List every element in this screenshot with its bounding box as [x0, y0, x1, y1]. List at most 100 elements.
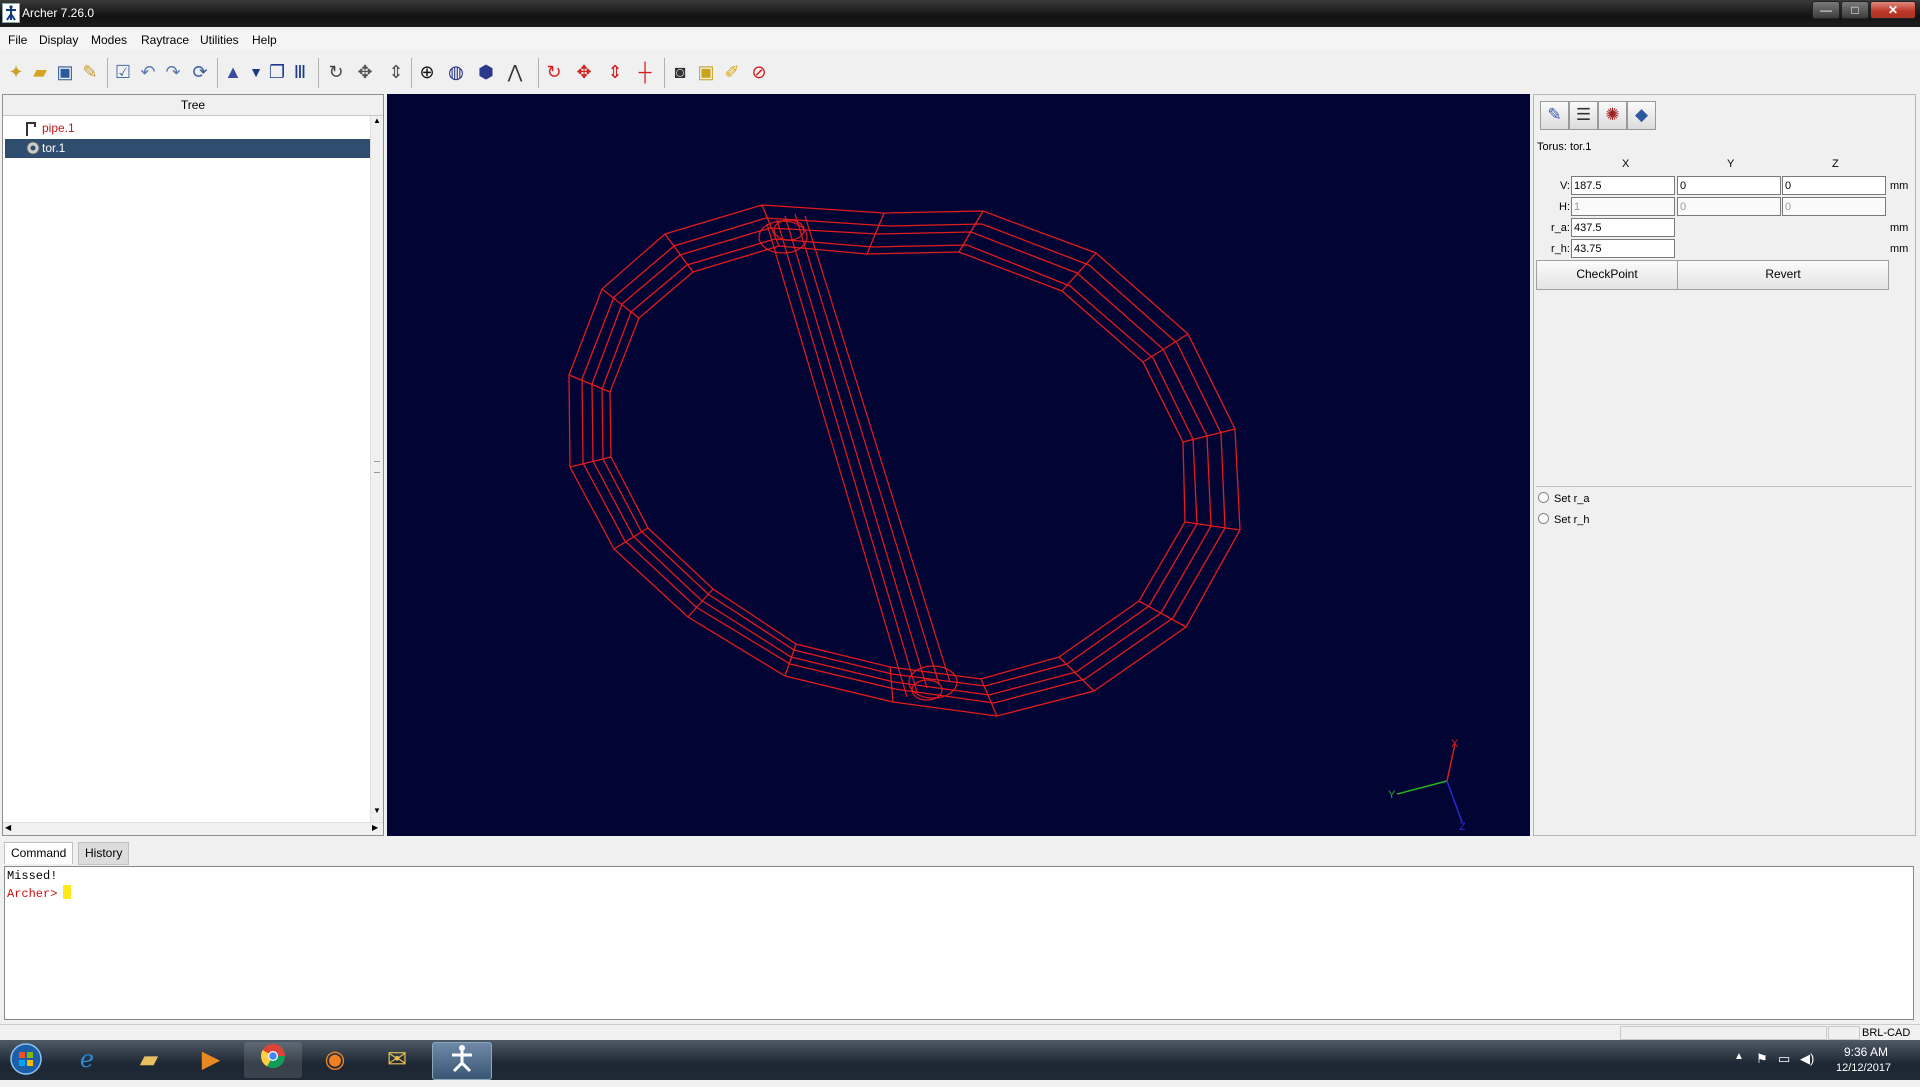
- console-output-line: Missed!: [7, 869, 58, 883]
- minimize-button[interactable]: —: [1812, 1, 1840, 19]
- open-folder-icon[interactable]: ▰: [28, 60, 52, 84]
- tree-item-label: pipe.1: [42, 121, 75, 135]
- volume-icon[interactable]: ◀): [1800, 1051, 1814, 1067]
- command-console[interactable]: Missed! Archer>: [4, 866, 1914, 1020]
- tree-header: Tree: [3, 95, 383, 116]
- crosshair-icon[interactable]: ⊕: [415, 60, 439, 84]
- overlap-icon[interactable]: ❐: [265, 60, 289, 84]
- ra-input[interactable]: [1571, 218, 1675, 237]
- set-ra-label: Set r_a: [1554, 493, 1590, 505]
- globe-icon[interactable]: ◍: [444, 60, 468, 84]
- window-title: Archer 7.26.0: [22, 6, 95, 20]
- menu-raytrace[interactable]: Raytrace: [141, 33, 189, 47]
- pipe-wireframe: [758, 213, 958, 701]
- set-rh-radio[interactable]: Set r_h: [1538, 512, 1589, 528]
- edit-pencil-icon[interactable]: ✎: [1540, 101, 1569, 130]
- photo-icon[interactable]: ▣: [694, 60, 718, 84]
- tree-item-pipe[interactable]: pipe.1: [5, 119, 370, 138]
- v-unit: mm: [1890, 180, 1909, 192]
- axis-z-header: Z: [1832, 158, 1839, 170]
- torus-wireframe: [568, 204, 1241, 717]
- up-down-icon[interactable]: ⇕: [384, 60, 408, 84]
- start-orb-icon[interactable]: [0, 1042, 52, 1078]
- tree-panel: Tree pipe.1 tor.1 ▲ ▼ ◀ ▶: [2, 94, 384, 836]
- scroll-up-icon[interactable]: ▲: [373, 116, 381, 125]
- bars-icon[interactable]: Ⅲ: [288, 60, 312, 84]
- rh-input[interactable]: [1571, 239, 1675, 258]
- wrench-icon[interactable]: ✎: [78, 60, 102, 84]
- menu-file[interactable]: File: [8, 33, 27, 47]
- v-y-input[interactable]: [1677, 176, 1781, 195]
- network-icon[interactable]: ▭: [1778, 1051, 1790, 1067]
- rotate-icon[interactable]: ↻: [324, 60, 348, 84]
- red-rotate-icon[interactable]: ↻: [542, 60, 566, 84]
- check-edit-icon[interactable]: ☑: [111, 60, 135, 84]
- move-icon[interactable]: ✥: [353, 60, 377, 84]
- table-icon[interactable]: ☰: [1569, 101, 1598, 130]
- axis-x-header: X: [1622, 158, 1630, 170]
- tree-item-tor[interactable]: tor.1: [5, 139, 370, 158]
- v-z-input[interactable]: [1782, 176, 1886, 195]
- param-v-label: V:: [1560, 180, 1570, 192]
- scroll-grip-icon[interactable]: [374, 461, 380, 473]
- refresh-icon[interactable]: ⟳: [188, 60, 212, 84]
- tab-command[interactable]: Command: [4, 842, 74, 864]
- scroll-down-icon[interactable]: ▼: [373, 806, 381, 815]
- red-crosshair-icon[interactable]: ┼: [633, 60, 657, 84]
- cube-icon[interactable]: ⬢: [474, 60, 498, 84]
- clock-date[interactable]: 12/12/2017: [1836, 1062, 1891, 1074]
- scroll-right-icon[interactable]: ▶: [372, 823, 378, 832]
- camera-icon[interactable]: ◙: [668, 60, 692, 84]
- file-explorer-icon[interactable]: ▰: [120, 1042, 178, 1078]
- internet-explorer-icon[interactable]: ℯ: [58, 1042, 116, 1078]
- surface-icon[interactable]: ◆: [1627, 101, 1656, 130]
- status-bar: BRL-CAD: [0, 1024, 1920, 1040]
- clock-time[interactable]: 9:36 AM: [1844, 1045, 1888, 1059]
- compass-icon[interactable]: ⋀: [503, 60, 527, 84]
- axis-z-label: Z: [1459, 821, 1466, 833]
- tray-arrow-icon[interactable]: ▲: [1734, 1051, 1744, 1062]
- rh-unit: mm: [1890, 243, 1909, 255]
- email-folder-icon[interactable]: ✉: [368, 1042, 426, 1078]
- flag-icon[interactable]: ⚑: [1756, 1051, 1768, 1067]
- no-entry-icon[interactable]: ⊘: [747, 60, 771, 84]
- chrome-icon[interactable]: [244, 1042, 302, 1078]
- panel-divider: [1536, 486, 1912, 487]
- revert-button[interactable]: Revert: [1677, 260, 1889, 290]
- menu-help[interactable]: Help: [252, 33, 277, 47]
- status-field: [1620, 1026, 1827, 1040]
- archer-app-icon[interactable]: [432, 1042, 492, 1080]
- console-prompt-line[interactable]: Archer>: [7, 885, 72, 901]
- mesh-icon[interactable]: ✺: [1598, 101, 1627, 130]
- menu-display[interactable]: Display: [39, 33, 78, 47]
- tree-horizontal-scrollbar[interactable]: ◀ ▶: [3, 822, 383, 835]
- archer-logo-icon: [2, 3, 20, 23]
- firefox-icon[interactable]: ◉: [306, 1042, 364, 1078]
- red-updown-icon[interactable]: ⇕: [603, 60, 627, 84]
- checkpoint-button[interactable]: CheckPoint: [1536, 260, 1678, 290]
- tree-vertical-scrollbar[interactable]: ▲ ▼: [370, 116, 383, 822]
- set-rh-label: Set r_h: [1554, 514, 1590, 526]
- param-h-label: H:: [1559, 201, 1570, 213]
- set-ra-radio[interactable]: Set r_a: [1538, 491, 1589, 507]
- save-icon[interactable]: ▣: [53, 60, 77, 84]
- tree-item-label: tor.1: [42, 141, 66, 155]
- undo-icon[interactable]: ↶: [136, 60, 160, 84]
- h-x-input: [1571, 197, 1675, 216]
- status-brlcad: BRL-CAD: [1862, 1027, 1911, 1039]
- wizard-hat-icon[interactable]: ▲: [221, 60, 245, 84]
- redo-icon[interactable]: ↷: [161, 60, 185, 84]
- brush-icon[interactable]: ✐: [720, 60, 744, 84]
- new-file-icon[interactable]: ✦: [4, 60, 28, 84]
- red-move-icon[interactable]: ✥: [572, 60, 596, 84]
- v-x-input[interactable]: [1571, 176, 1675, 195]
- radio-icon: [1538, 513, 1549, 524]
- close-button[interactable]: ✕: [1870, 1, 1916, 19]
- 3d-viewport[interactable]: X Y Z: [387, 94, 1530, 836]
- maximize-button[interactable]: □: [1841, 1, 1869, 19]
- menu-modes[interactable]: Modes: [91, 33, 127, 47]
- tab-history[interactable]: History: [78, 842, 130, 865]
- menu-utilities[interactable]: Utilities: [200, 33, 239, 47]
- scroll-left-icon[interactable]: ◀: [5, 823, 11, 832]
- media-player-icon[interactable]: ▶: [182, 1042, 240, 1078]
